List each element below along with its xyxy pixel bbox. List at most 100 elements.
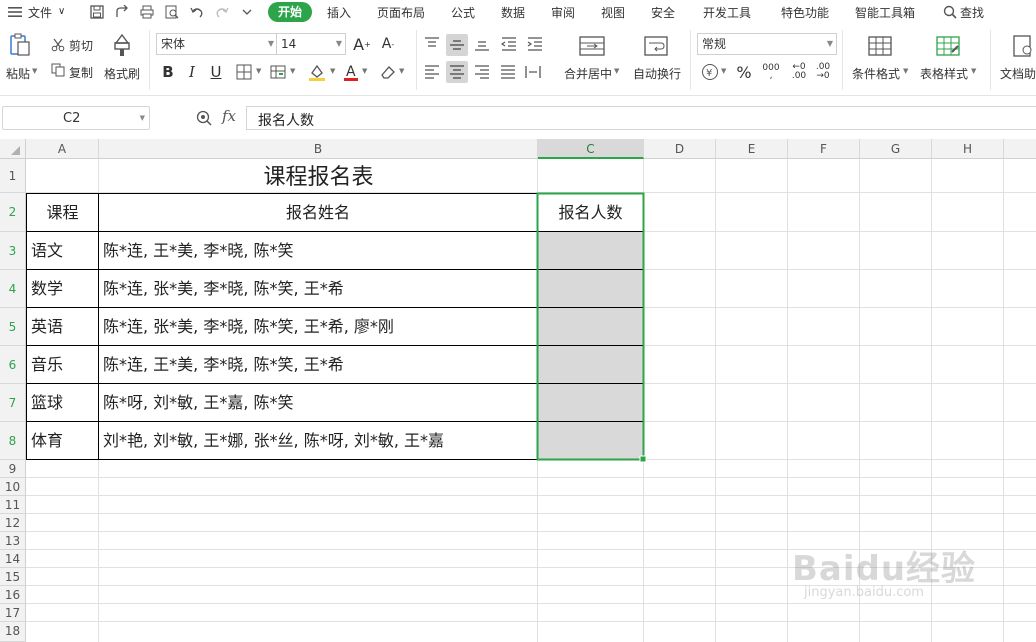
font-color-icon[interactable]: A bbox=[342, 61, 360, 83]
format-painter-icon[interactable] bbox=[110, 32, 134, 58]
cell-course[interactable]: 英语 bbox=[31, 308, 97, 345]
tab-special-features[interactable]: 特色功能 bbox=[781, 4, 829, 21]
count-cell[interactable] bbox=[539, 308, 642, 345]
cell-names[interactable]: 陈*呀, 刘*敏, 王*嘉, 陈*笑 bbox=[103, 384, 536, 421]
borders-dropdown-icon[interactable]: ▼ bbox=[256, 67, 261, 75]
undo-icon[interactable] bbox=[188, 3, 206, 21]
cell-course[interactable]: 数学 bbox=[31, 270, 97, 307]
count-cell[interactable] bbox=[539, 346, 642, 383]
align-middle-icon[interactable] bbox=[446, 34, 468, 56]
count-cell[interactable] bbox=[539, 232, 642, 269]
customize-toolbar-icon[interactable] bbox=[238, 3, 256, 21]
cell-course[interactable]: 篮球 bbox=[31, 384, 97, 421]
tab-view[interactable]: 视图 bbox=[601, 4, 625, 21]
currency-icon[interactable]: ¥ bbox=[700, 62, 720, 82]
merge-dropdown-icon[interactable]: ▼ bbox=[614, 67, 619, 75]
paste-dropdown-icon[interactable]: ▼ bbox=[32, 67, 37, 75]
percent-icon[interactable]: % bbox=[734, 62, 754, 82]
align-left-icon[interactable] bbox=[422, 62, 442, 82]
cell-course[interactable]: 体育 bbox=[31, 422, 97, 459]
scissors-icon[interactable] bbox=[50, 37, 66, 53]
name-box[interactable]: C2 ▼ bbox=[2, 106, 150, 130]
number-format-select[interactable]: 常规 ▼ bbox=[697, 33, 837, 55]
fx-icon[interactable]: fx bbox=[222, 107, 236, 125]
header-course[interactable]: 课程 bbox=[27, 194, 98, 231]
conditional-format-button[interactable]: 条件格式 bbox=[852, 65, 900, 82]
tab-review[interactable]: 审阅 bbox=[551, 4, 575, 21]
zoom-formula-icon[interactable] bbox=[196, 110, 212, 126]
cell-names[interactable]: 陈*连, 张*美, 李*晓, 陈*笑, 王*希, 廖*刚 bbox=[103, 308, 536, 345]
underline-icon[interactable]: U bbox=[206, 62, 226, 82]
fill-color-icon[interactable] bbox=[306, 61, 328, 83]
clear-dropdown-icon[interactable]: ▼ bbox=[399, 67, 404, 75]
cell-course[interactable]: 音乐 bbox=[31, 346, 97, 383]
table-style-icon[interactable] bbox=[934, 34, 962, 58]
redo-icon[interactable] bbox=[213, 3, 231, 21]
chevron-down-icon[interactable]: ∨ bbox=[58, 6, 65, 17]
cell-style-dropdown-icon[interactable]: ▼ bbox=[290, 67, 295, 75]
distributed-align-icon[interactable] bbox=[522, 62, 544, 82]
paste-button[interactable]: 粘贴 bbox=[6, 65, 30, 82]
align-center-icon[interactable] bbox=[446, 61, 468, 83]
formula-input[interactable]: 报名人数 bbox=[246, 106, 1036, 130]
paste-icon[interactable] bbox=[8, 32, 32, 58]
tab-insert[interactable]: 插入 bbox=[327, 4, 351, 21]
conditional-format-dropdown-icon[interactable]: ▼ bbox=[903, 67, 908, 75]
share-icon[interactable] bbox=[113, 3, 131, 21]
wrap-text-icon[interactable] bbox=[642, 34, 670, 58]
eraser-icon[interactable] bbox=[378, 62, 398, 82]
increase-indent-icon[interactable] bbox=[524, 34, 546, 54]
decrease-indent-icon[interactable] bbox=[498, 34, 520, 54]
document-assistant-icon[interactable] bbox=[1010, 34, 1036, 58]
cell-names[interactable]: 陈*连, 张*美, 李*晓, 陈*笑, 王*希 bbox=[103, 270, 536, 307]
file-menu[interactable]: 文件 bbox=[28, 4, 52, 21]
format-painter-button[interactable]: 格式刷 bbox=[104, 65, 140, 82]
table-style-dropdown-icon[interactable]: ▼ bbox=[971, 67, 976, 75]
cell-names[interactable]: 刘*艳, 刘*敏, 王*娜, 张*丝, 陈*呀, 刘*敏, 王*嘉 bbox=[103, 422, 536, 459]
justify-icon[interactable] bbox=[498, 62, 518, 82]
conditional-format-icon[interactable] bbox=[866, 34, 894, 58]
print-icon[interactable] bbox=[138, 3, 156, 21]
header-names[interactable]: 报名姓名 bbox=[99, 194, 537, 231]
header-count[interactable]: 报名人数 bbox=[538, 194, 643, 231]
align-right-icon[interactable] bbox=[472, 62, 492, 82]
align-bottom-icon[interactable] bbox=[472, 34, 492, 54]
cell-names[interactable]: 陈*连, 王*美, 李*晓, 陈*笑 bbox=[103, 232, 536, 269]
align-top-icon[interactable] bbox=[422, 34, 442, 54]
sheet-title[interactable]: 课程报名表 bbox=[99, 159, 538, 193]
cell-names[interactable]: 陈*连, 王*美, 李*晓, 陈*笑, 王*希 bbox=[103, 346, 536, 383]
cell-style-icon[interactable] bbox=[268, 62, 288, 82]
table-style-button[interactable]: 表格样式 bbox=[920, 65, 968, 82]
increase-decimal-icon[interactable]: ←0.00 bbox=[788, 62, 810, 82]
italic-icon[interactable]: I bbox=[182, 62, 202, 82]
tab-security[interactable]: 安全 bbox=[651, 4, 675, 21]
font-name-select[interactable]: 宋体 ▼ bbox=[156, 33, 278, 55]
tab-developer[interactable]: 开发工具 bbox=[703, 4, 751, 21]
fill-color-dropdown-icon[interactable]: ▼ bbox=[330, 67, 335, 75]
copy-icon[interactable] bbox=[50, 62, 66, 78]
count-cell[interactable] bbox=[539, 384, 642, 421]
search-icon[interactable] bbox=[941, 3, 959, 21]
decrease-decimal-icon[interactable]: .00 →0 bbox=[812, 62, 834, 82]
font-size-select[interactable]: 14 ▼ bbox=[276, 33, 346, 55]
print-preview-icon[interactable] bbox=[163, 3, 181, 21]
count-cell[interactable] bbox=[539, 270, 642, 307]
currency-dropdown-icon[interactable]: ▼ bbox=[721, 67, 726, 75]
copy-button[interactable]: 复制 bbox=[69, 64, 93, 81]
count-cell[interactable] bbox=[539, 422, 642, 459]
merge-center-icon[interactable] bbox=[578, 34, 606, 58]
borders-icon[interactable] bbox=[234, 62, 254, 82]
cell-course[interactable]: 语文 bbox=[31, 232, 97, 269]
tab-page-layout[interactable]: 页面布局 bbox=[377, 4, 425, 21]
decrease-font-size-icon[interactable]: A- bbox=[378, 34, 398, 54]
cut-button[interactable]: 剪切 bbox=[69, 37, 93, 54]
tab-smart-toolbox[interactable]: 智能工具箱 bbox=[855, 4, 915, 21]
merge-center-button[interactable]: 合并居中 bbox=[564, 65, 612, 82]
save-icon[interactable] bbox=[88, 3, 106, 21]
tab-formulas[interactable]: 公式 bbox=[451, 4, 475, 21]
search-label[interactable]: 查找 bbox=[960, 4, 984, 21]
thousands-separator-icon[interactable]: 000, bbox=[760, 62, 782, 82]
document-assistant-button[interactable]: 文档助 bbox=[1000, 65, 1036, 82]
tab-data[interactable]: 数据 bbox=[501, 4, 525, 21]
tab-home[interactable]: 开始 bbox=[268, 2, 313, 22]
